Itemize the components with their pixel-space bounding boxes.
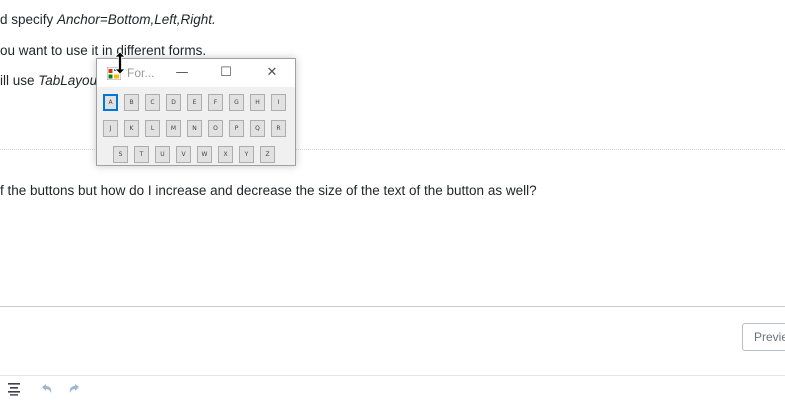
window-titlebar[interactable]: For... — ☐ ✕ bbox=[97, 59, 295, 87]
letter-button-g[interactable]: G bbox=[229, 94, 244, 111]
letter-button-k[interactable]: K bbox=[124, 120, 139, 137]
letter-button-r[interactable]: R bbox=[271, 120, 286, 137]
redo-icon[interactable] bbox=[67, 382, 83, 396]
resize-cursor-icon bbox=[114, 52, 126, 74]
close-icon[interactable]: ✕ bbox=[262, 65, 282, 81]
letter-button-i[interactable]: I bbox=[271, 94, 286, 111]
maximize-icon[interactable]: ☐ bbox=[216, 65, 236, 81]
window-title: For... bbox=[127, 66, 155, 80]
letter-button-t[interactable]: T bbox=[134, 146, 149, 163]
letter-button-v[interactable]: V bbox=[176, 146, 191, 163]
letter-button-n[interactable]: N bbox=[187, 120, 202, 137]
letter-button-z[interactable]: Z bbox=[260, 146, 275, 163]
letter-button-s[interactable]: S bbox=[113, 146, 128, 163]
letter-button-a[interactable]: A bbox=[103, 94, 118, 111]
letter-button-l[interactable]: L bbox=[145, 120, 160, 137]
letter-button-u[interactable]: U bbox=[155, 146, 170, 163]
answer-line-2: ou want to use it in different forms. bbox=[0, 43, 207, 58]
letter-button-b[interactable]: B bbox=[124, 94, 139, 111]
answer-line-1: d specify Anchor=Bottom,Left,Right. bbox=[0, 12, 216, 27]
letter-button-e[interactable]: E bbox=[187, 94, 202, 111]
answer-line-3: ill use TabLayou bbox=[0, 73, 97, 88]
form-window[interactable]: For... — ☐ ✕ ABCDEFGHI JKLMNOPQR STUVWXY… bbox=[96, 58, 296, 166]
minimize-icon[interactable]: — bbox=[172, 65, 192, 81]
letter-button-m[interactable]: M bbox=[166, 120, 181, 137]
letter-button-q[interactable]: Q bbox=[250, 120, 265, 137]
align-icon[interactable] bbox=[6, 382, 22, 396]
undo-icon[interactable] bbox=[38, 382, 54, 396]
editor-top-border bbox=[0, 306, 785, 307]
letter-button-d[interactable]: D bbox=[166, 94, 181, 111]
letter-button-o[interactable]: O bbox=[208, 120, 223, 137]
letter-button-h[interactable]: H bbox=[250, 94, 265, 111]
letter-button-j[interactable]: J bbox=[103, 120, 118, 137]
anchor-code: Anchor=Bottom,Left,Right. bbox=[57, 12, 216, 27]
letter-button-c[interactable]: C bbox=[145, 94, 160, 111]
answer-line-3-text: ill use bbox=[0, 73, 39, 88]
answer-line-1-text: d specify bbox=[0, 12, 58, 27]
tablayout-code: TabLayou bbox=[38, 73, 98, 88]
letter-button-p[interactable]: P bbox=[229, 120, 244, 137]
comment-text: f the buttons but how do I increase and … bbox=[0, 183, 537, 198]
letter-button-w[interactable]: W bbox=[197, 146, 212, 163]
letter-button-f[interactable]: F bbox=[208, 94, 223, 111]
editor-bottom-border bbox=[0, 375, 785, 376]
letter-button-x[interactable]: X bbox=[218, 146, 233, 163]
letter-button-y[interactable]: Y bbox=[239, 146, 254, 163]
preview-button[interactable]: Previe bbox=[742, 323, 785, 351]
